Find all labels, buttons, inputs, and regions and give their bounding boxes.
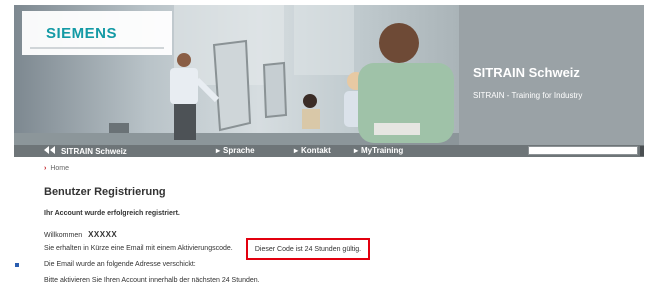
code-validity-text: Dieser Code ist 24 Stunden gültig.: [254, 245, 362, 253]
email-address-line: Die Email wurde an folgende Adresse vers…: [44, 261, 196, 268]
double-chevron-icon: [44, 146, 58, 156]
search-input[interactable]: [528, 146, 638, 155]
breadcrumb-arrow-icon: ›: [44, 165, 47, 172]
nav-item-label: MyTraining: [361, 146, 404, 155]
bullet-marker: [15, 263, 19, 267]
main-navbar: SITRAIN Schweiz ▸ Sprache ▸ Kontakt ▸ My…: [14, 145, 644, 157]
nav-item-mytraining[interactable]: ▸ MyTraining: [354, 146, 403, 155]
nav-item-label: Kontakt: [301, 146, 331, 155]
side-title: SITRAIN Schweiz: [473, 65, 580, 80]
breadcrumb: › Home: [44, 165, 69, 172]
email-info-line: Sie erhalten in Kürze eine Email mit ein…: [44, 245, 233, 252]
triangle-right-icon: ▸: [294, 146, 299, 155]
nav-brand[interactable]: SITRAIN Schweiz: [44, 146, 127, 156]
nav-brand-label: SITRAIN Schweiz: [61, 146, 127, 156]
breadcrumb-home-link[interactable]: Home: [50, 165, 69, 172]
nav-item-kontakt[interactable]: ▸ Kontakt: [294, 146, 331, 155]
header-banner: SIEMENS SITRAIN Schweiz SITRAIN - Traini…: [14, 5, 644, 145]
side-subtitle: SITRAIN - Training for Industry: [473, 91, 583, 100]
welcome-label: Willkommen: [44, 232, 83, 239]
hero-image: SIEMENS: [14, 5, 459, 145]
nav-item-sprache[interactable]: ▸ Sprache: [216, 146, 255, 155]
highlighted-code-validity-note: Dieser Code ist 24 Stunden gültig.: [246, 238, 370, 260]
nav-item-label: Sprache: [223, 146, 255, 155]
side-panel: SITRAIN Schweiz SITRAIN - Training for I…: [459, 5, 644, 145]
success-message: Ihr Account wurde erfolgreich registrier…: [44, 210, 180, 217]
siemens-logo[interactable]: SIEMENS: [22, 11, 172, 55]
page-title: Benutzer Registrierung: [44, 186, 166, 198]
triangle-right-icon: ▸: [354, 146, 359, 155]
activation-instruction-line: Bitte aktivieren Sie Ihren Account inner…: [44, 277, 260, 284]
welcome-username: XXXXX: [88, 230, 118, 239]
welcome-line: Willkommen XXXXX: [44, 230, 117, 239]
search-button[interactable]: [640, 146, 644, 156]
logo-text: SIEMENS: [46, 24, 118, 42]
logo-underline: [30, 47, 164, 49]
triangle-right-icon: ▸: [216, 146, 221, 155]
